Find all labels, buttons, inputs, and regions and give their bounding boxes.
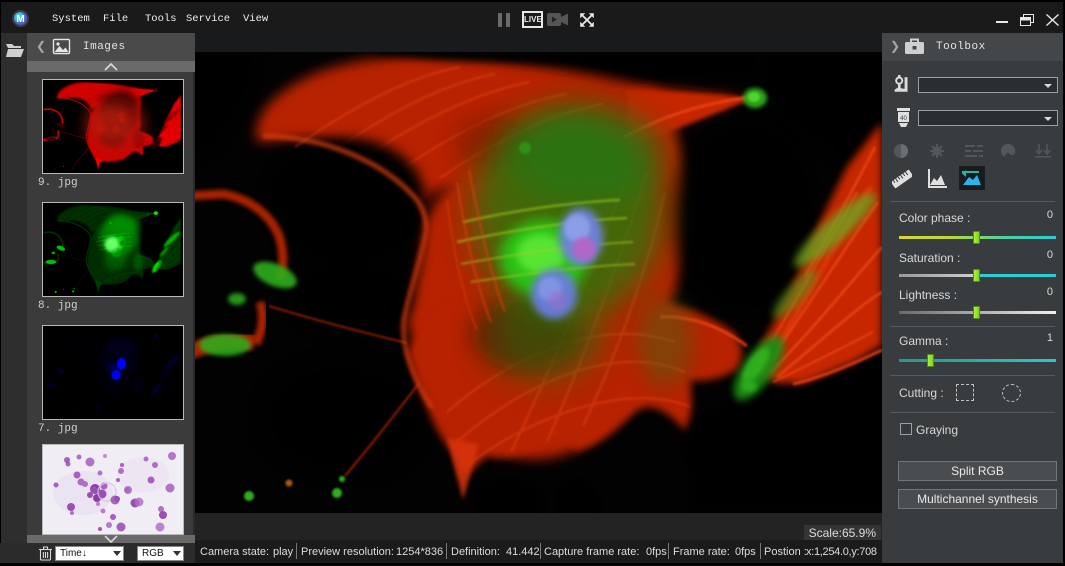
svg-text:40: 40 — [900, 116, 907, 122]
